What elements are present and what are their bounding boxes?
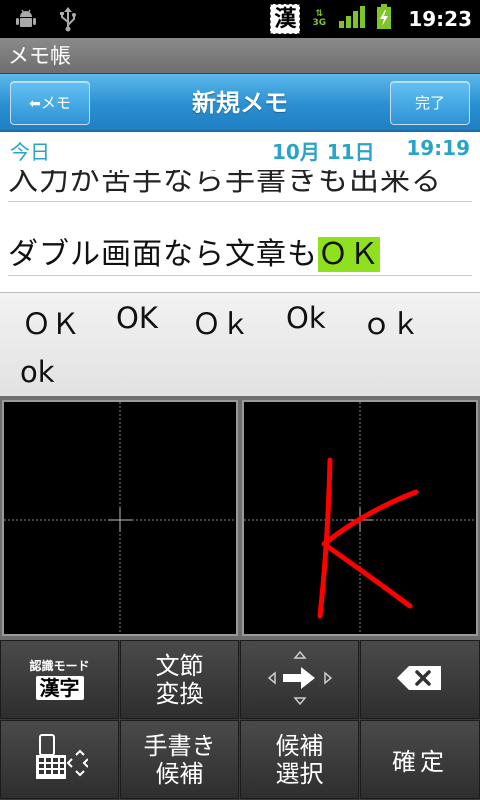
candidate-2[interactable]: OK	[116, 301, 158, 335]
battery-charging-icon	[376, 4, 392, 34]
confirm-label: 確定	[392, 748, 448, 776]
candidate-6[interactable]: ok	[20, 355, 55, 389]
date-time: 19:19	[406, 136, 470, 160]
candidate-5[interactable]: ｏｋ	[362, 301, 420, 343]
backspace-key[interactable]	[360, 640, 480, 719]
confirm-key[interactable]: 確定	[360, 720, 480, 799]
memo-line-2[interactable]: ダブル画面なら文章もＯＫ	[8, 232, 472, 276]
composing-text: ＯＫ	[318, 237, 380, 272]
candidate-select-key[interactable]: 候補 選択	[240, 720, 359, 799]
back-button-label: メモ	[40, 94, 71, 112]
app-title: メモ帳	[0, 38, 480, 74]
cursor-key[interactable]	[240, 640, 359, 719]
tegaki-label-2: 候補	[155, 759, 204, 788]
kouho-label-2: 選択	[275, 759, 324, 788]
candidate-1[interactable]: ＯＫ	[22, 301, 80, 343]
ime-keypad: 認識モード 漢字 文節 変換 手書き 候補 候補 選択 確定	[0, 640, 480, 800]
3g-data-icon: ⇅ 3G	[312, 9, 327, 28]
tegaki-label-1: 手書き	[143, 731, 216, 760]
candidate-4[interactable]: Ok	[286, 301, 326, 335]
handwriting-candidates-key[interactable]: 手書き 候補	[120, 720, 239, 799]
bunsetsu-label-2: 変換	[155, 679, 204, 708]
memo-line-2-text: ダブル画面なら文章も	[8, 237, 318, 272]
keyboard-switch-key[interactable]	[0, 720, 119, 799]
back-arrow-icon: ⬅	[29, 96, 41, 112]
candidate-3[interactable]: Ｏｋ	[192, 301, 250, 343]
backspace-icon	[395, 664, 445, 696]
handwriting-area	[0, 396, 480, 640]
signal-icon	[338, 5, 366, 33]
status-bar: 漢 ⇅ 3G 19:23	[0, 0, 480, 38]
candidate-list: ＯＫ OK Ｏｋ Ok ｏｋ ok	[0, 292, 480, 396]
memo-editor[interactable]: 今日 10月 11日 19:19 入力が苦手なら手書きも出来る ダブル画面なら文…	[0, 132, 480, 292]
kanji-input-icon: 漢	[270, 4, 301, 34]
cursor-arrows-icon	[265, 648, 335, 712]
date-month-day: 10月 11日	[272, 140, 375, 164]
memo-line-1[interactable]: 入力が苦手なら手書きも出来る	[8, 170, 472, 202]
done-button[interactable]: 完了	[390, 81, 470, 125]
android-debug-icon	[14, 7, 38, 35]
back-button[interactable]: ⬅メモ	[10, 81, 90, 125]
kouho-label-1: 候補	[275, 731, 324, 760]
date-line: 今日 10月 11日 19:19	[0, 134, 480, 164]
phone-keyboard-icon	[32, 733, 89, 787]
recognition-mode-value: 漢字	[35, 676, 84, 700]
handwritten-stroke	[321, 489, 419, 609]
recognition-mode-key[interactable]: 認識モード 漢字	[0, 640, 119, 719]
handwriting-pad-left[interactable]	[2, 400, 238, 636]
bunsetsu-label-1: 文節	[155, 651, 204, 680]
usb-icon	[58, 6, 78, 36]
clock: 19:23	[408, 7, 472, 31]
bunsetsu-convert-key[interactable]: 文節 変換	[120, 640, 239, 719]
header-bar: 新規メモ ⬅メモ 完了	[0, 74, 480, 132]
recognition-mode-label: 認識モード	[29, 659, 90, 673]
date-today: 今日	[10, 140, 50, 164]
handwriting-pad-right[interactable]	[242, 400, 478, 636]
